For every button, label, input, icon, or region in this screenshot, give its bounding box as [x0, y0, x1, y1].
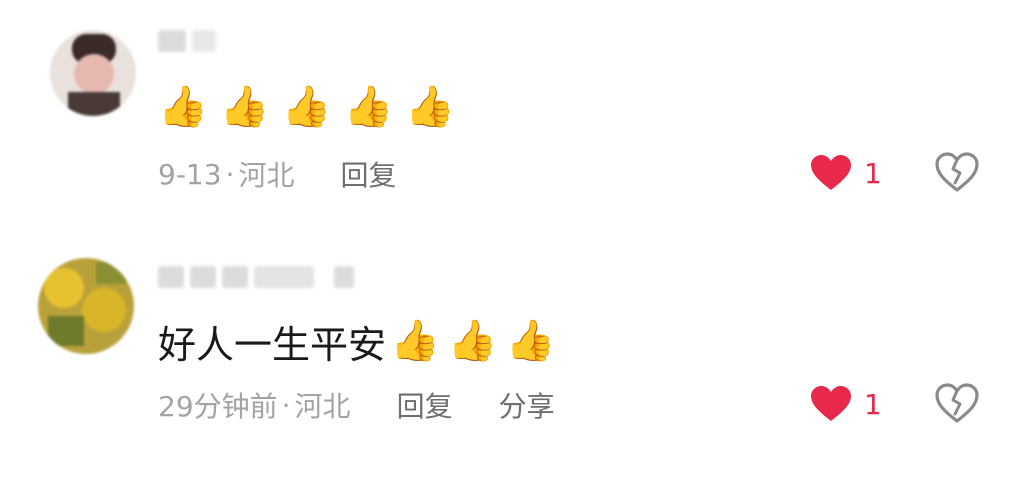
avatar[interactable]	[50, 30, 136, 116]
heart-icon	[811, 386, 851, 421]
comment-body: 好人一生平安	[158, 322, 387, 367]
comment-text: 好人一生平安 👍 👍 👍	[158, 314, 555, 368]
like-button[interactable]: 1	[810, 151, 882, 195]
thumbs-up-emoji: 👍	[505, 318, 556, 364]
share-button[interactable]: 分享	[499, 385, 555, 425]
thumbs-up-emoji: 👍	[158, 84, 208, 130]
thumbs-up-emoji: 👍	[447, 318, 498, 364]
like-count: 1	[864, 387, 882, 421]
meta-separator: ·	[225, 157, 235, 191]
like-count: 1	[864, 156, 882, 190]
avatar[interactable]	[38, 258, 134, 354]
thumbs-up-emoji: 👍	[281, 84, 332, 130]
comment-time: 9-13	[158, 157, 222, 191]
thumbs-up-emoji: 👍	[390, 318, 440, 364]
comment-time: 29分钟前	[158, 390, 278, 423]
comment-location: 河北	[238, 159, 295, 192]
heart-icon	[811, 155, 851, 190]
comment-location: 河北	[294, 390, 351, 423]
reply-button[interactable]: 回复	[397, 385, 453, 425]
thumbs-up-emoji: 👍	[405, 84, 456, 130]
comment-meta: 29分钟前 · 河北 回复 分享	[158, 385, 555, 425]
username-blurred[interactable]	[158, 262, 354, 292]
reply-button[interactable]: 回复	[340, 154, 396, 194]
thumbs-up-emoji: 👍	[343, 84, 394, 130]
broken-heart-icon[interactable]	[934, 382, 980, 424]
username-blurred[interactable]	[158, 26, 216, 56]
emoji-row: 👍 👍 👍 👍 👍	[158, 87, 455, 127]
comment-item: 好人一生平安 👍 👍 👍 29分钟前 · 河北 回复 分享 1	[0, 230, 1024, 483]
broken-heart-icon[interactable]	[934, 151, 980, 193]
comment-text: 👍 👍 👍 👍 👍	[158, 80, 455, 134]
thumbs-up-emoji: 👍	[219, 84, 270, 130]
comment-meta: 9-13 · 河北 回复	[158, 154, 396, 194]
emoji-row: 👍 👍 👍	[390, 321, 555, 361]
like-button[interactable]: 1	[810, 382, 882, 426]
comment-item: 👍 👍 👍 👍 👍 9-13 · 河北 回复 1	[0, 0, 1024, 230]
meta-separator: ·	[281, 388, 291, 422]
